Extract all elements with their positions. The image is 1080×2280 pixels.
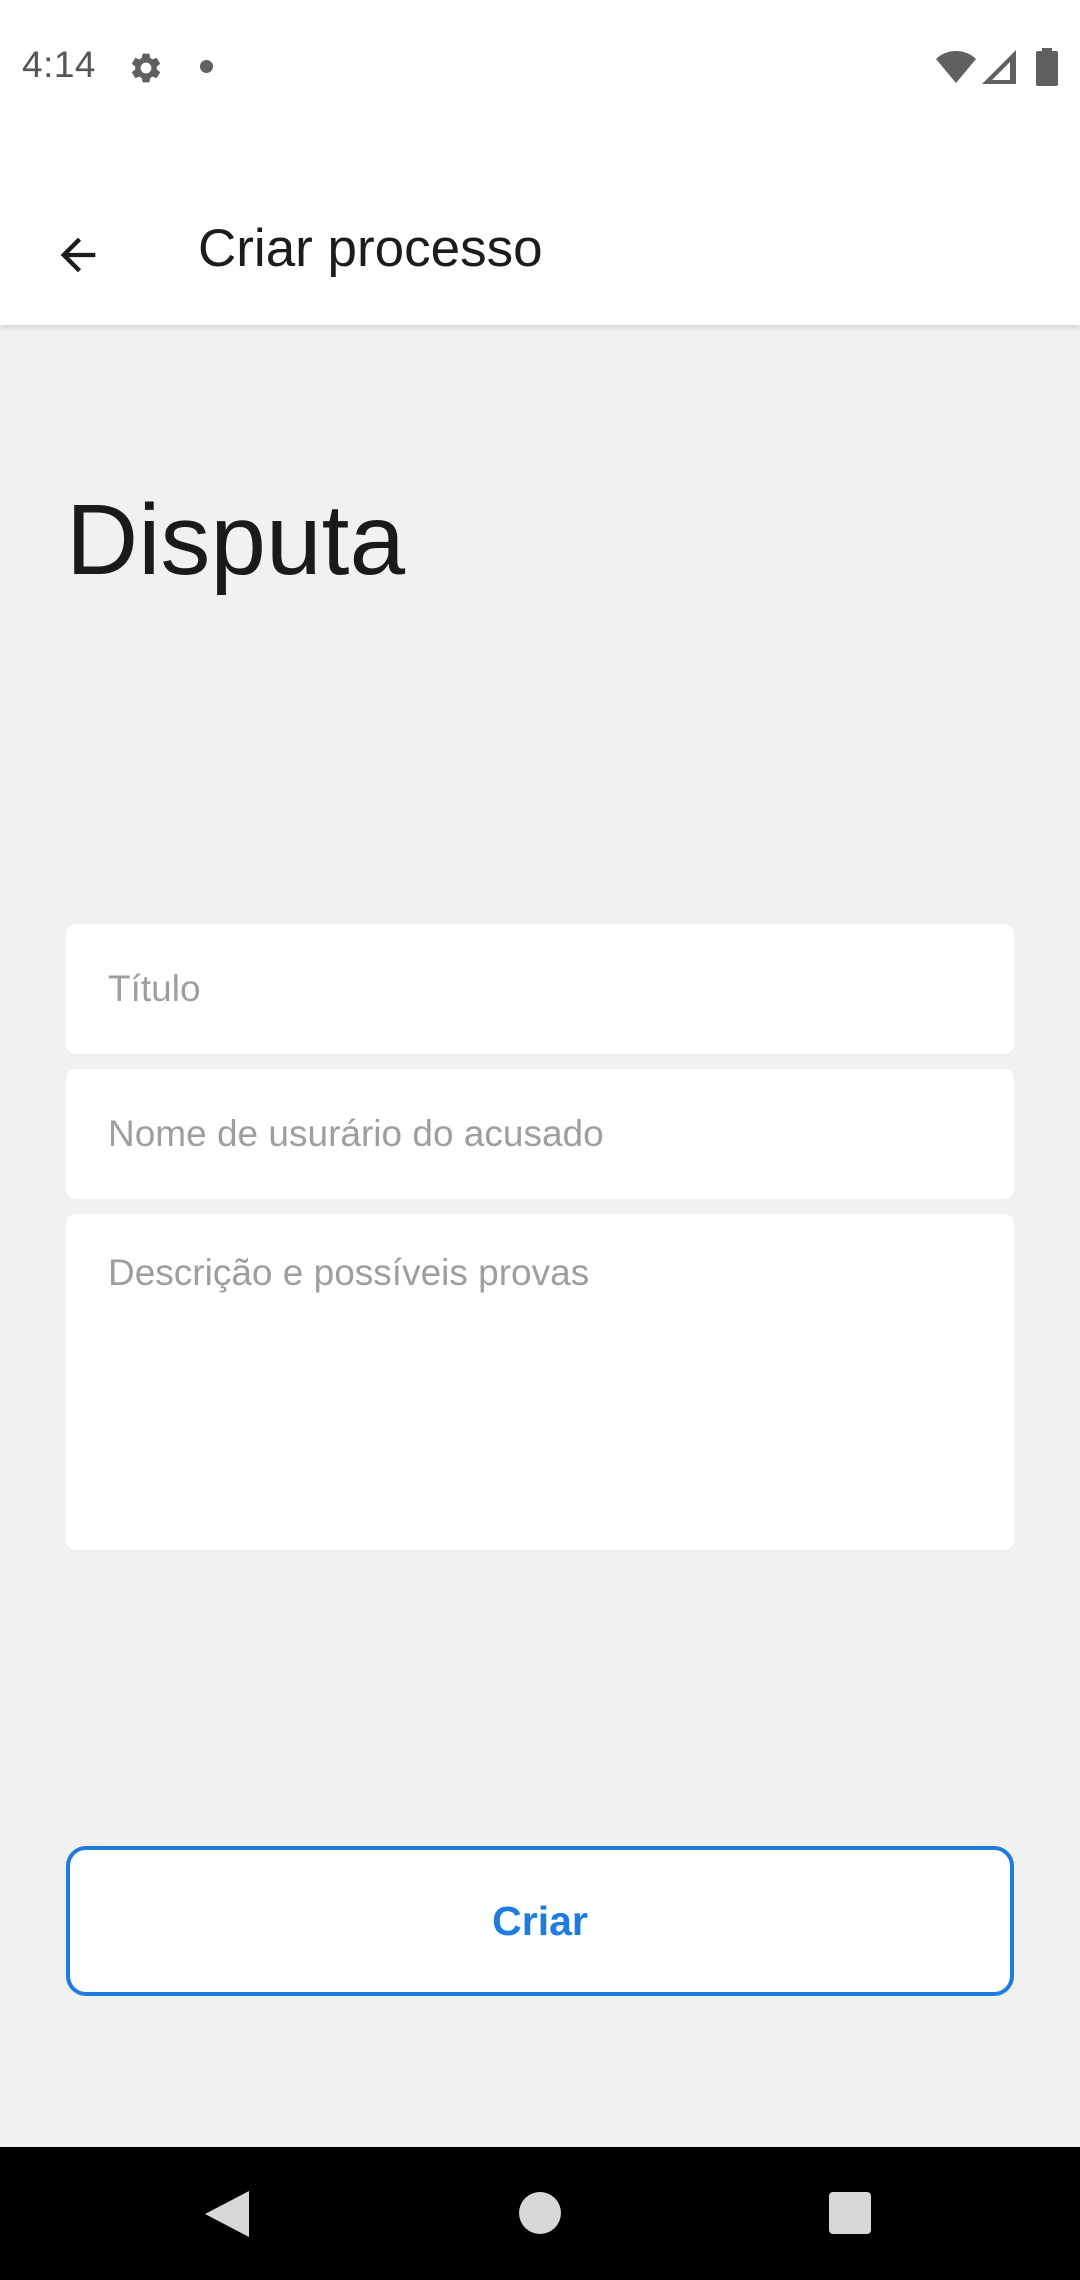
page-title: Criar processo — [198, 219, 543, 278]
gear-icon — [131, 53, 161, 83]
title-input[interactable] — [66, 924, 1014, 1054]
arrow-back-icon — [60, 237, 96, 273]
accused-username-input[interactable] — [66, 1069, 1014, 1199]
status-time: 4:14 — [22, 44, 97, 85]
battery-icon — [1036, 48, 1058, 86]
cell-signal-icon — [982, 50, 1016, 84]
nav-recents-icon[interactable] — [829, 2192, 871, 2234]
nav-back-icon[interactable] — [205, 2191, 249, 2237]
wifi-icon — [936, 51, 976, 83]
title-field-container — [66, 924, 1014, 1054]
app-bar: Criar processo — [0, 135, 1080, 325]
back-button[interactable] — [30, 207, 126, 303]
description-field-container — [66, 1214, 1014, 1550]
create-button[interactable]: Criar — [66, 1846, 1014, 1996]
notification-dot-icon — [200, 60, 213, 73]
status-bar: 4:14 — [0, 0, 1080, 135]
description-textarea[interactable] — [66, 1214, 1014, 1550]
form-heading: Disputa — [66, 484, 406, 596]
nav-home-icon[interactable] — [519, 2192, 561, 2234]
system-nav-bar — [0, 2147, 1080, 2280]
accused-field-container — [66, 1069, 1014, 1199]
